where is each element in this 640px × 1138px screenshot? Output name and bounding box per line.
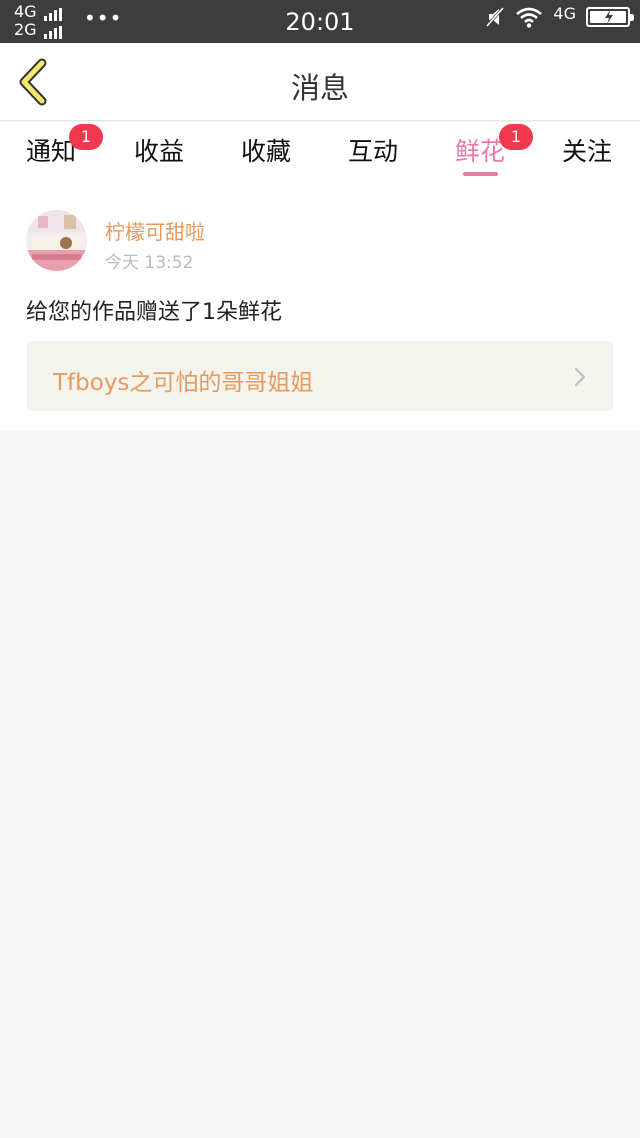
tab-label: 通知 — [26, 137, 77, 166]
tab-label: 收藏 — [241, 137, 292, 166]
tab-label: 鲜花 — [455, 137, 506, 166]
mute-icon — [486, 7, 505, 27]
tab-following[interactable]: 关注 — [562, 132, 612, 168]
tab-label: 互动 — [348, 137, 399, 166]
tab-notifications[interactable]: 通知 1 — [26, 124, 103, 168]
work-link-card[interactable]: Tfboys之可怕的哥哥姐姐 — [27, 341, 613, 411]
tab-label: 收益 — [134, 137, 185, 166]
tab-label: 关注 — [562, 137, 613, 166]
network-type-right: 4G — [553, 3, 576, 23]
sender-name[interactable]: 柠檬可甜啦 — [105, 216, 205, 245]
status-bar: 4G 2G ••• 20:01 4G — [0, 0, 640, 43]
unread-badge: 1 — [499, 124, 533, 150]
message-text: 给您的作品赠送了1朵鲜花 — [26, 300, 282, 325]
unread-badge: 1 — [69, 124, 103, 150]
tab-earnings[interactable]: 收益 — [134, 132, 184, 168]
active-tab-indicator — [463, 172, 498, 176]
tab-flowers[interactable]: 鲜花 1 — [455, 124, 533, 168]
avatar[interactable] — [26, 210, 87, 271]
wifi-icon — [516, 7, 543, 28]
chevron-right-icon — [574, 367, 586, 387]
nav-header: 消息 — [0, 43, 640, 121]
battery-icon — [586, 7, 634, 27]
tab-interactions[interactable]: 互动 — [348, 132, 398, 168]
message-time: 今天 13:52 — [105, 253, 194, 273]
tab-bar: 通知 1 收益 收藏 互动 鲜花 1 关注 — [0, 122, 640, 182]
page-title: 消息 — [290, 71, 349, 105]
tab-favorites[interactable]: 收藏 — [241, 132, 291, 168]
work-title: Tfboys之可怕的哥哥姐姐 — [53, 370, 314, 396]
message-item: 柠檬可甜啦 今天 13:52 给您的作品赠送了1朵鲜花 Tfboys之可怕的哥哥… — [0, 182, 640, 430]
